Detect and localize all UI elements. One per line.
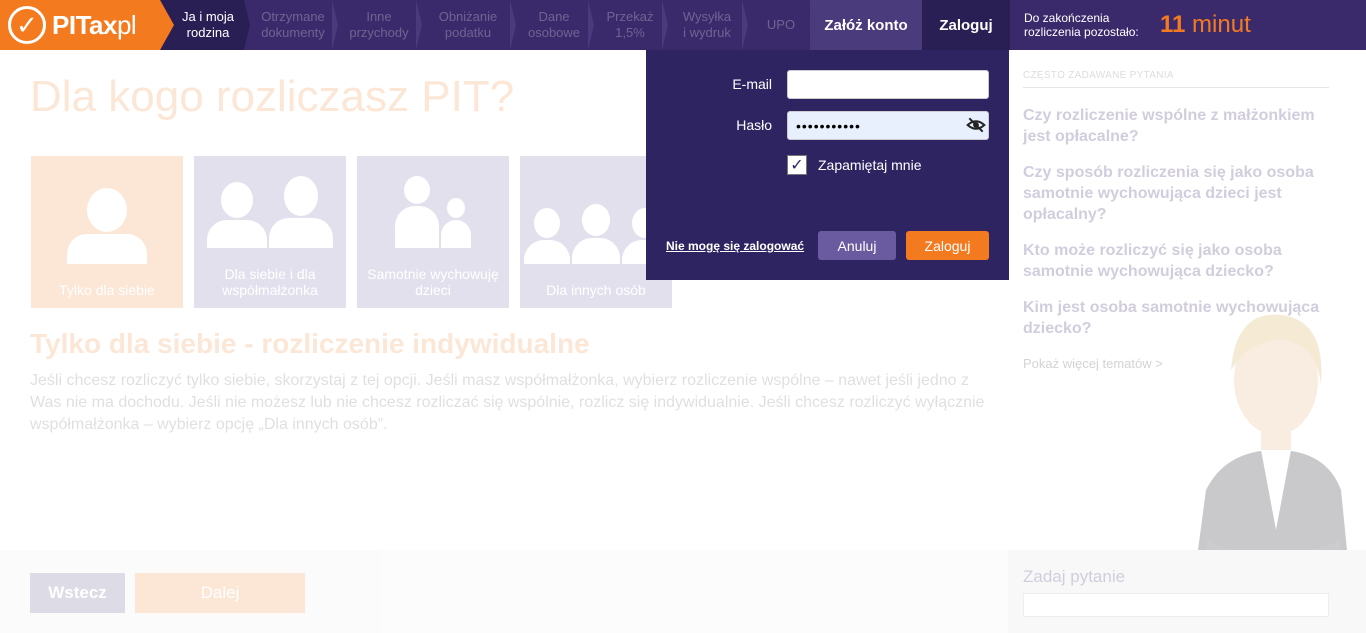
ask-question-input[interactable] [1023,593,1329,617]
option-tylko-dla-siebie[interactable]: Tylko dla siebie [31,156,183,308]
ask-question-title: Zadaj pytanie [1023,567,1126,586]
faq-item[interactable]: Czy sposób rozliczenia się jako osoba sa… [1023,162,1333,225]
step-obnizanie-podatku[interactable]: Obniżanie podatku [416,0,516,50]
remember-me-label: Zapamiętaj mnie [818,157,922,173]
section-title: Tylko dla siebie - rozliczenie indywidua… [30,328,590,359]
logo-name: PITax [52,9,117,40]
option-dla-siebie-i-wspolmalzonka[interactable]: Dla siebie i dla współmałżonka [194,156,346,308]
step-upo[interactable]: UPO [742,0,816,50]
option-samotnie-wychowuje-dzieci[interactable]: Samotnie wychowuję dzieci [357,156,509,308]
eye-slash-icon[interactable] [966,115,986,135]
step-przekaz-procent[interactable]: Przekaż 1,5% [588,0,668,50]
checkmark-logo-icon: ✓ [8,6,46,44]
remember-me-checkbox[interactable]: ✓ [787,155,807,175]
faq-sidebar: Często zadawane pytania Czy rozliczenie … [1008,50,1366,633]
ask-question-box [1008,550,1366,633]
faq-item[interactable]: Czy rozliczenie wspólne z małżonkiem jes… [1023,105,1333,147]
step-inne-przychody[interactable]: Inne przychody [332,0,422,50]
page-title: Dla kogo rozliczasz PIT? [30,72,515,121]
single-person-icon [67,184,147,264]
register-button[interactable]: Załóż konto [810,0,922,50]
top-navigation: ✓ PITaxpl Ja i moja rodzina Otrzymane do… [0,0,1366,50]
step-otrzymane-dokumenty[interactable]: Otrzymane dokumenty [244,0,338,50]
remember-me[interactable]: ✓ Zapamiętaj mnie [787,155,922,175]
faq-heading: Często zadawane pytania [1023,70,1329,88]
password-field[interactable] [787,111,989,140]
cancel-button[interactable]: Anuluj [818,231,896,260]
step-dane-osobowe[interactable]: Dane osobowe [510,0,594,50]
logo-suffix: pl [116,9,137,40]
parent-child-icon [395,168,471,248]
password-label: Hasło [736,117,772,133]
show-more-topics-link[interactable]: Pokaż więcej tematów > [1023,356,1163,371]
login-panel: E-mail Hasło ✓ Zapamiętaj mnie Nie mogę … [646,50,1009,280]
next-button[interactable]: Dalej [135,573,305,613]
logo[interactable]: ✓ PITaxpl [0,0,174,50]
progress-steps: Ja i moja rodzina Otrzymane dokumenty In… [160,0,816,50]
taxpayer-options: Tylko dla siebie Dla siebie i dla współm… [31,156,672,308]
forgot-login-link[interactable]: Nie mogę się zalogować [666,239,804,253]
email-field[interactable] [787,70,989,99]
login-submit-button[interactable]: Zaloguj [906,231,989,260]
timer-value: 11 minut [1160,11,1251,38]
step-wysylka-i-wydruk[interactable]: Wysyłka i wydruk [662,0,748,50]
couple-icon [207,168,333,248]
email-label: E-mail [732,76,772,92]
timer: Do zakończenia rozliczenia pozostało: 11… [1010,0,1251,50]
timer-label: Do zakończenia rozliczenia pozostało: [1024,11,1139,39]
back-button[interactable]: Wstecz [30,573,125,613]
login-tab[interactable]: Zaloguj [922,0,1010,50]
faq-item[interactable]: Kto może rozliczyć się jako osoba samotn… [1023,240,1333,282]
section-description: Jeśli chcesz rozliczyć tylko siebie, sko… [30,372,985,433]
